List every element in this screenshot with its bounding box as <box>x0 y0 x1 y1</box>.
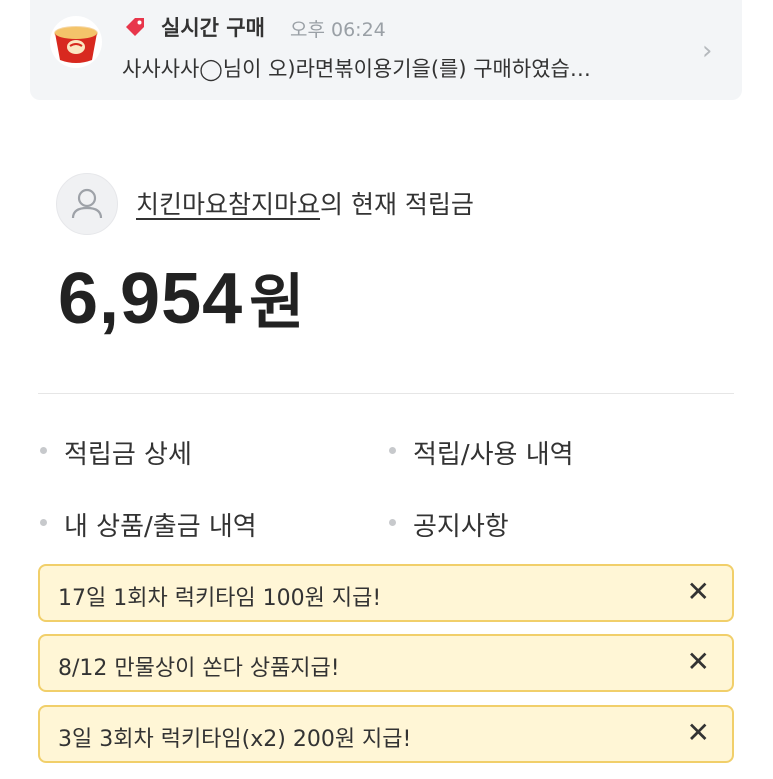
close-icon[interactable]: ✕ <box>687 648 710 676</box>
divider <box>38 393 734 394</box>
points-amount-value: 6,954 <box>58 259 244 339</box>
product-thumbnail <box>50 16 102 68</box>
close-icon[interactable]: ✕ <box>687 719 710 747</box>
notification-title: 실시간 구매 <box>161 16 265 40</box>
notification-message: 사사사사◯님이 오)라면볶이용기을(를) 구매하였습… <box>122 57 591 81</box>
points-amount-unit: 원 <box>249 268 305 338</box>
banner-text: 17일 1회차 럭키타임 100원 지급! <box>58 586 382 611</box>
announcement-banner[interactable]: 17일 1회차 럭키타임 100원 지급! ✕ <box>38 564 734 622</box>
banner-text: 3일 3회차 럭키타임(x2) 200원 지급! <box>58 727 412 752</box>
points-label: 치킨마요참지마요의 현재 적립금 <box>136 185 474 221</box>
close-icon[interactable]: ✕ <box>687 578 710 606</box>
bullet-icon <box>40 519 47 526</box>
purchase-notification[interactable]: 실시간 구매 오후 06:24 사사사사◯님이 오)라면볶이용기을(를) 구매하… <box>30 0 742 100</box>
tag-icon <box>126 18 144 36</box>
menu-earn-use-history-label: 적립/사용 내역 <box>413 440 574 470</box>
points-label-suffix: 의 현재 적립금 <box>320 190 474 219</box>
announcement-banner[interactable]: 8/12 만물상이 쏜다 상품지급! ✕ <box>38 634 734 692</box>
menu-my-products-withdraw[interactable]: 내 상품/출금 내역 <box>40 506 257 543</box>
menu-my-products-withdraw-label: 내 상품/출금 내역 <box>64 512 257 542</box>
avatar <box>56 173 118 235</box>
menu-notice-label: 공지사항 <box>413 512 509 542</box>
menu-notice[interactable]: 공지사항 <box>389 506 509 543</box>
menu-points-detail-label: 적립금 상세 <box>64 440 192 470</box>
bullet-icon <box>40 447 47 454</box>
announcement-banner[interactable]: 3일 3회차 럭키타임(x2) 200원 지급! ✕ <box>38 705 734 763</box>
points-amount: 6,954 원 <box>58 254 304 341</box>
notification-time: 오후 06:24 <box>290 19 386 41</box>
chevron-right-icon[interactable]: › <box>702 36 712 66</box>
banner-text: 8/12 만물상이 쏜다 상품지급! <box>58 656 340 681</box>
bullet-icon <box>389 447 396 454</box>
bullet-icon <box>389 519 396 526</box>
menu-points-detail[interactable]: 적립금 상세 <box>40 434 192 471</box>
user-icon <box>71 188 103 219</box>
username-link[interactable]: 치킨마요참지마요 <box>136 190 320 219</box>
menu-earn-use-history[interactable]: 적립/사용 내역 <box>389 434 574 471</box>
